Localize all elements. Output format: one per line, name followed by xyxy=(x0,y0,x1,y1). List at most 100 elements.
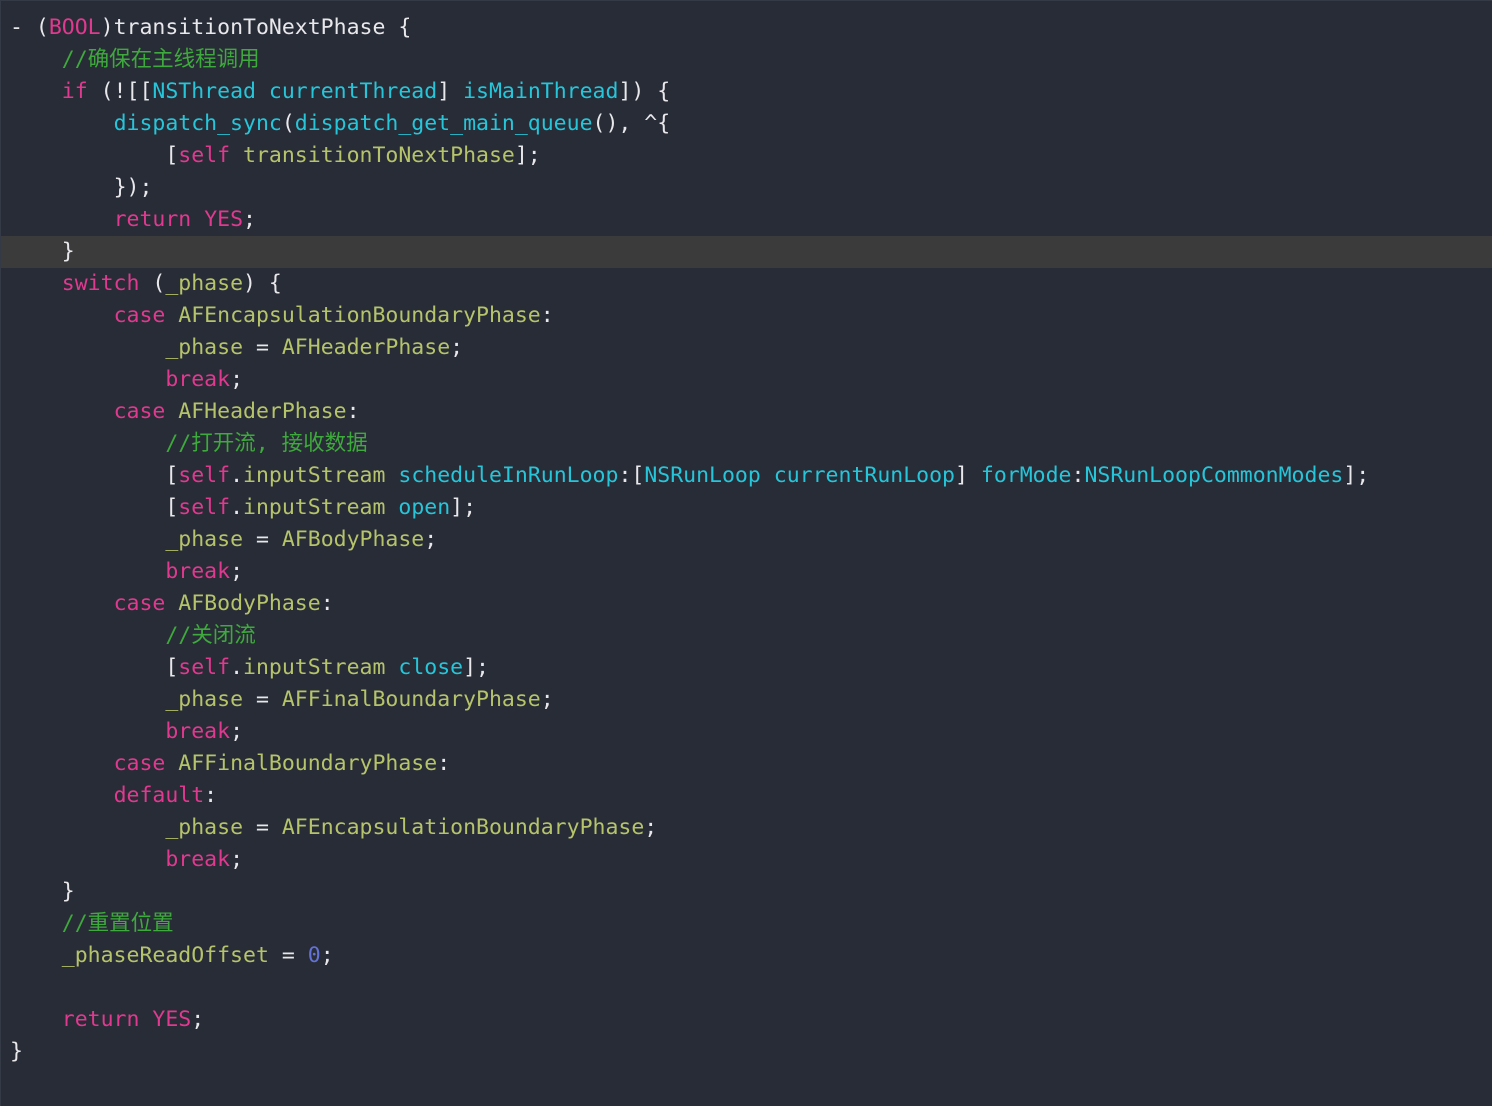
code-line[interactable]: - (BOOL)transitionToNextPhase { xyxy=(1,12,1492,44)
code-token: AFFinalBoundaryPhase xyxy=(281,687,541,712)
code-token: break xyxy=(165,719,231,744)
code-token: AFEncapsulationBoundaryPhase xyxy=(281,815,645,840)
code-content[interactable]: - (BOOL)transitionToNextPhase { //确保在主线程… xyxy=(1,12,1492,1068)
code-token: (![[ xyxy=(87,79,153,104)
code-line[interactable] xyxy=(1,972,1492,1004)
code-token: break xyxy=(165,847,231,872)
code-token: NSRunLoop xyxy=(644,463,761,488)
code-token: case xyxy=(113,303,166,328)
code-line[interactable]: case AFFinalBoundaryPhase: xyxy=(1,748,1492,780)
code-token: . xyxy=(230,463,244,488)
code-line[interactable]: //重置位置 xyxy=(1,908,1492,940)
code-line[interactable]: _phase = AFBodyPhase; xyxy=(1,524,1492,556)
code-editor-pane[interactable]: - (BOOL)transitionToNextPhase { //确保在主线程… xyxy=(0,0,1492,1106)
code-token: BOOL xyxy=(48,15,101,40)
code-token: self xyxy=(178,495,231,520)
code-line[interactable]: } xyxy=(1,1036,1492,1068)
code-token: _phase xyxy=(165,335,244,360)
code-line[interactable]: break; xyxy=(1,844,1492,876)
code-line[interactable]: case AFEncapsulationBoundaryPhase: xyxy=(1,300,1492,332)
code-token: . xyxy=(230,495,244,520)
code-token: ; xyxy=(243,207,256,232)
code-line[interactable]: default: xyxy=(1,780,1492,812)
code-line[interactable]: }); xyxy=(1,172,1492,204)
code-line[interactable]: //确保在主线程调用 xyxy=(1,44,1492,76)
code-token: ( xyxy=(35,15,49,40)
code-line[interactable]: //关闭流 xyxy=(1,620,1492,652)
code-line[interactable]: //打开流, 接收数据 xyxy=(1,428,1492,460)
code-token: close xyxy=(398,655,464,680)
code-token: AFHeaderPhase xyxy=(281,335,451,360)
code-token: self xyxy=(178,655,231,680)
code-line[interactable]: [self transitionToNextPhase]; xyxy=(1,140,1492,172)
code-line[interactable]: [self.inputStream scheduleInRunLoop:[NSR… xyxy=(1,460,1492,492)
code-line[interactable]: _phase = AFFinalBoundaryPhase; xyxy=(1,684,1492,716)
code-token: case xyxy=(113,751,166,776)
code-token: _phase xyxy=(165,527,244,552)
code-token: [ xyxy=(165,143,179,168)
code-token: ; xyxy=(230,559,244,584)
code-token: //关闭流 xyxy=(165,623,256,648)
code-token: AFEncapsulationBoundaryPhase xyxy=(178,303,541,328)
code-line[interactable]: [self.inputStream close]; xyxy=(1,652,1492,684)
code-line[interactable]: case AFBodyPhase: xyxy=(1,588,1492,620)
code-line[interactable]: [self.inputStream open]; xyxy=(1,492,1492,524)
code-token: ]; xyxy=(1343,463,1370,488)
code-token: isMainThread xyxy=(463,79,619,104)
code-token: = xyxy=(243,527,282,552)
code-line[interactable]: } xyxy=(1,876,1492,908)
code-line[interactable]: _phase = AFHeaderPhase; xyxy=(1,332,1492,364)
code-token: _phaseReadOffset xyxy=(61,943,269,968)
code-token: ; xyxy=(230,719,244,744)
code-line[interactable]: if (![[NSThread currentThread] isMainThr… xyxy=(1,76,1492,108)
code-token: case xyxy=(113,591,166,616)
code-line[interactable]: return YES; xyxy=(1,204,1492,236)
code-line[interactable]: break; xyxy=(1,556,1492,588)
code-line[interactable]: _phase = AFEncapsulationBoundaryPhase; xyxy=(1,812,1492,844)
code-line-current[interactable]: } xyxy=(1,236,1492,268)
code-token: = xyxy=(243,687,282,712)
code-token: ( xyxy=(139,271,166,296)
code-token: NSThread xyxy=(152,79,256,104)
code-token: self xyxy=(178,463,231,488)
code-token: currentThread xyxy=(268,79,438,104)
code-token: YES xyxy=(204,207,244,232)
code-line[interactable]: case AFHeaderPhase: xyxy=(1,396,1492,428)
code-token: = xyxy=(243,815,282,840)
code-line[interactable]: return YES; xyxy=(1,1004,1492,1036)
code-token: forMode xyxy=(980,463,1072,488)
code-token: YES xyxy=(152,1007,192,1032)
code-token: : xyxy=(437,751,451,776)
code-token: AFBodyPhase xyxy=(281,527,425,552)
code-line[interactable]: dispatch_sync(dispatch_get_main_queue(),… xyxy=(1,108,1492,140)
code-token: )transitionToNextPhase { xyxy=(100,15,412,40)
code-token: ]) { xyxy=(618,79,671,104)
code-line[interactable]: break; xyxy=(1,716,1492,748)
code-line[interactable]: break; xyxy=(1,364,1492,396)
code-token: ) { xyxy=(243,271,282,296)
code-line[interactable]: _phaseReadOffset = 0; xyxy=(1,940,1492,972)
code-token: ]; xyxy=(514,143,541,168)
code-token: : xyxy=(346,399,360,424)
code-line[interactable]: switch (_phase) { xyxy=(1,268,1492,300)
code-token: return xyxy=(61,1007,140,1032)
code-token: ; xyxy=(191,1007,205,1032)
code-token: break xyxy=(165,559,231,584)
